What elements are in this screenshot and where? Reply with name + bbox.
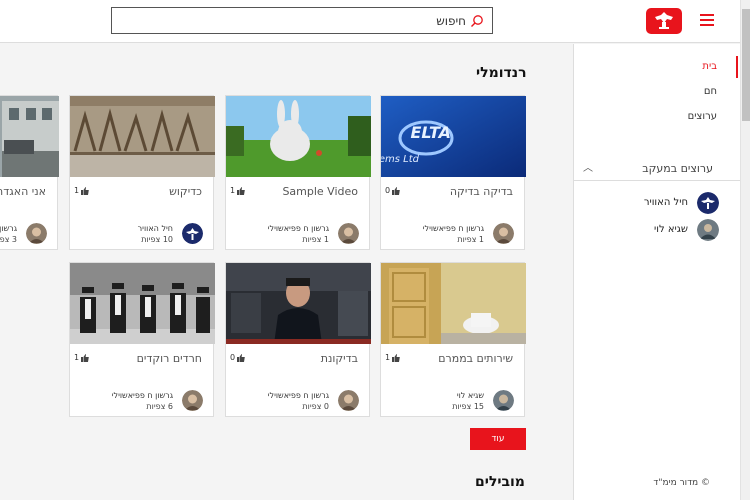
video-thumbnail[interactable]: ELTA ELTA Systems Ltd [381, 96, 526, 177]
search-input[interactable] [112, 8, 492, 33]
channel-name[interactable]: גרשון [0, 224, 17, 233]
video-card[interactable]: שירותים בממרם 1 שגיא לוי 15 צפיות [380, 262, 526, 417]
site-logo[interactable] [646, 8, 682, 34]
video-title[interactable]: חרדים רוקדים [137, 352, 202, 365]
search-box[interactable]: חיפוש [111, 7, 493, 34]
view-count: 6 צפיות [146, 402, 173, 411]
video-card[interactable]: בדיקונת 0 גרשון ח פפיאשוילי 0 צפיות [225, 262, 371, 417]
thumbs-up-icon[interactable] [81, 353, 89, 362]
search-placeholder: חיפוש [436, 14, 466, 28]
thumbs-up-icon[interactable] [392, 353, 400, 362]
subscription-item[interactable]: שגיא לוי [573, 218, 740, 245]
like-count: 1 [74, 353, 89, 362]
channel-name[interactable]: גרשון ח פפיאשוילי [268, 391, 329, 400]
view-count: 1 צפיות [457, 235, 484, 244]
subscriptions-header[interactable]: ערוצים במעקב ︿ [573, 157, 740, 181]
section-title-mobiles: מובילים [475, 474, 525, 490]
channel-name[interactable]: חיל האוויר [138, 224, 173, 233]
channel-avatar[interactable] [338, 390, 359, 411]
thumbs-up-icon[interactable] [81, 186, 89, 195]
sidebar-item-home[interactable]: בית [573, 54, 740, 79]
app-root: חיפוש בית חם ערוצים ערוצים במעקב ︿ חיל ה… [0, 0, 750, 500]
page-scrollbar[interactable] [740, 0, 750, 500]
hamburger-menu-icon[interactable] [700, 14, 714, 26]
like-count: 0 [385, 186, 400, 195]
chevron-up-icon[interactable]: ︿ [583, 157, 593, 181]
video-thumbnail[interactable] [0, 96, 59, 177]
channel-avatar[interactable] [493, 223, 514, 244]
video-title[interactable]: אני האגדה [0, 185, 46, 198]
channel-avatar[interactable] [338, 223, 359, 244]
video-card[interactable]: כדיקוש 1 חיל האוויר 10 צפיות [69, 95, 215, 250]
top-header: חיפוש [0, 0, 740, 43]
thumbs-up-icon[interactable] [237, 186, 245, 195]
subscription-item[interactable]: חיל האוויר [573, 191, 740, 218]
sidebar-footer: © מדור מימ"ד [653, 478, 710, 488]
scrollbar-thumb[interactable] [742, 9, 750, 121]
channel-name[interactable]: גרשון ח פפיאשוילי [112, 391, 173, 400]
search-icon[interactable] [470, 14, 484, 28]
svg-text:ELTA Systems Ltd: ELTA Systems Ltd [381, 154, 420, 165]
channel-name[interactable]: גרשון ח פפיאשוילי [268, 224, 329, 233]
channel-avatar [697, 192, 719, 214]
sidebar-nav: בית חם ערוצים [573, 54, 740, 129]
subscription-name: שגיא לוי [654, 224, 688, 235]
thumbs-up-icon[interactable] [237, 353, 245, 362]
channel-avatar[interactable] [182, 390, 203, 411]
video-thumbnail[interactable] [70, 263, 215, 344]
video-title[interactable]: בדיקונת [321, 352, 358, 365]
view-count: 15 צפיות [452, 402, 484, 411]
sidebar-item-hot[interactable]: חם [573, 79, 740, 104]
video-thumbnail[interactable] [226, 96, 371, 177]
sidebar: בית חם ערוצים ערוצים במעקב ︿ חיל האוויר … [573, 44, 740, 500]
channel-avatar[interactable] [493, 390, 514, 411]
like-count: 1 [385, 353, 400, 362]
video-thumbnail[interactable] [70, 96, 215, 177]
like-count: 1 [74, 186, 89, 195]
video-title[interactable]: בדיקה בדיקה [450, 185, 513, 198]
thumbs-up-icon[interactable] [392, 186, 400, 195]
iaf-emblem-icon [655, 12, 673, 29]
video-title[interactable]: כדיקוש [169, 185, 202, 198]
subscriptions-list: חיל האוויר שגיא לוי [573, 191, 740, 245]
channel-avatar [697, 219, 719, 241]
svg-text:ELTA: ELTA [410, 123, 451, 142]
section-title-random: רנדומלי [476, 65, 527, 81]
like-count: 1 [230, 186, 245, 195]
channel-avatar[interactable] [26, 223, 47, 244]
like-count: 0 [230, 353, 245, 362]
channel-avatar[interactable] [182, 223, 203, 244]
video-title[interactable]: Sample Video [282, 185, 358, 198]
more-button[interactable]: עוד [470, 428, 526, 450]
subscription-name: חיל האוויר [643, 197, 688, 208]
video-thumbnail[interactable] [381, 263, 526, 344]
video-card[interactable]: אני האגדה גרשון 3 צפיות [0, 95, 59, 250]
video-card[interactable]: ELTA ELTA Systems Ltd בדיקה בדיקה 0 גרשו… [380, 95, 526, 250]
subscriptions-title: ערוצים במעקב [642, 162, 713, 175]
channel-name[interactable]: שגיא לוי [457, 391, 484, 400]
view-count: 10 צפיות [141, 235, 173, 244]
channel-name[interactable]: גרשון ח פפיאשוילי [423, 224, 484, 233]
sidebar-item-channels[interactable]: ערוצים [573, 104, 740, 129]
view-count: 1 צפיות [302, 235, 329, 244]
video-title[interactable]: שירותים בממרם [438, 352, 513, 365]
video-thumbnail[interactable] [226, 263, 371, 344]
view-count: 3 צפיות [0, 235, 17, 244]
video-card[interactable]: חרדים רוקדים 1 גרשון ח פפיאשוילי 6 צפיות [69, 262, 215, 417]
video-card[interactable]: Sample Video 1 גרשון ח פפיאשוילי 1 צפיות [225, 95, 371, 250]
view-count: 0 צפיות [302, 402, 329, 411]
